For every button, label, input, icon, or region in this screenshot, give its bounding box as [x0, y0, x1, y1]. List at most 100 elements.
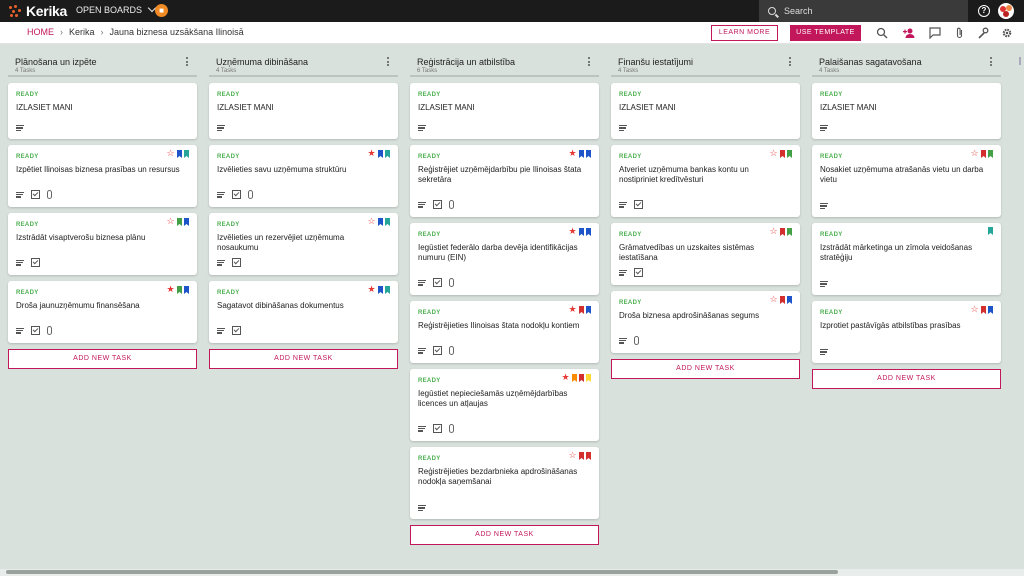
- task-card[interactable]: READY Sagatavot dibināšanas dokumentus ★: [209, 281, 398, 343]
- column-header[interactable]: Finanšu iestatījumi 4 Tasks: [611, 53, 800, 77]
- task-card[interactable]: READY Droša jaunuzņēmumu finansēšana ★: [8, 281, 197, 343]
- tag-bookmark-icon: [988, 149, 993, 158]
- add-new-task-button[interactable]: ADD NEW TASK: [611, 359, 800, 379]
- task-card[interactable]: READY Izprotiet pastāvīgās atbilstības pr…: [812, 301, 1001, 363]
- star-outline-icon[interactable]: ☆: [568, 451, 577, 460]
- star-filled-icon[interactable]: ★: [367, 149, 376, 158]
- star-outline-icon[interactable]: ☆: [367, 217, 376, 226]
- task-status: READY: [820, 154, 843, 160]
- star-filled-icon[interactable]: ★: [568, 227, 577, 236]
- column-header[interactable]: Plānošana un izpēte 4 Tasks: [8, 53, 197, 77]
- tag-bookmark-icon: [579, 149, 584, 158]
- board-column: Palaišanas sagatavošana 4 Tasks READY IZLAS…: [812, 53, 1001, 389]
- task-card[interactable]: READY Izstrādāt visaptverošu biznesa plān…: [8, 213, 197, 275]
- description-icon: [619, 201, 627, 208]
- column-menu-icon[interactable]: [588, 57, 591, 68]
- task-status: READY: [820, 92, 843, 98]
- attachment-icon[interactable]: [954, 27, 966, 39]
- task-card[interactable]: READY Grāmatvedības un uzskaites sistēmas…: [611, 223, 800, 285]
- breadcrumb-home[interactable]: HOME: [27, 27, 54, 37]
- star-filled-icon[interactable]: ★: [568, 149, 577, 158]
- add-new-task-button[interactable]: ADD NEW TASK: [209, 349, 398, 369]
- task-indicators: [418, 505, 426, 512]
- task-flags: ☆: [970, 149, 993, 158]
- star-filled-icon[interactable]: ★: [568, 305, 577, 314]
- task-card[interactable]: READY Izvēlieties savu uzņēmuma struktūru…: [209, 145, 398, 207]
- task-status: READY: [820, 232, 843, 238]
- column-title: Reģistrācija un atbilstība: [417, 57, 516, 67]
- star-outline-icon[interactable]: ☆: [166, 217, 175, 226]
- column-header[interactable]: Palaišanas sagatavošana 4 Tasks: [812, 53, 1001, 77]
- attachment-icon: [634, 336, 639, 345]
- avatar[interactable]: [998, 3, 1014, 19]
- task-card[interactable]: READY Reģistrējiet uzņēmējdarbību pie Ili…: [410, 145, 599, 217]
- star-outline-icon[interactable]: ☆: [769, 295, 778, 304]
- kerika-logo[interactable]: Kerika: [9, 3, 67, 19]
- task-card[interactable]: READY Reģistrējieties bezdarbnieka apdroš…: [410, 447, 599, 519]
- gear-icon[interactable]: [1001, 27, 1013, 39]
- wrench-icon[interactable]: [977, 27, 989, 39]
- column-menu-icon[interactable]: [186, 57, 189, 68]
- column-header[interactable]: Uzņēmuma dibināšana 4 Tasks: [209, 53, 398, 77]
- task-card[interactable]: READY Iegūstiet federālo darba devēja ide…: [410, 223, 599, 295]
- task-indicators: [619, 268, 643, 277]
- task-card[interactable]: READY Atveriet uzņēmuma bankas kontu un n…: [611, 145, 800, 217]
- task-card[interactable]: READY Izvēlieties un rezervējiet uzņēmuma…: [209, 213, 398, 275]
- star-filled-icon[interactable]: ★: [367, 285, 376, 294]
- task-card[interactable]: READY Droša biznesa apdrošināšanas segums…: [611, 291, 800, 353]
- search-icon: [768, 7, 776, 15]
- horizontal-scrollbar[interactable]: [6, 570, 838, 574]
- task-card[interactable]: READY IZLASIET MANI: [8, 83, 197, 139]
- add-new-task-button[interactable]: ADD NEW TASK: [812, 369, 1001, 389]
- use-template-button[interactable]: USE TEMPLATE: [790, 25, 861, 41]
- task-card[interactable]: READY IZLASIET MANI: [410, 83, 599, 139]
- column-header[interactable]: Reģistrācija un atbilstība 6 Tasks: [410, 53, 599, 77]
- search-icon[interactable]: [876, 27, 888, 39]
- task-indicators: [820, 203, 828, 210]
- star-outline-icon[interactable]: ☆: [970, 149, 979, 158]
- building-icon[interactable]: ■: [155, 4, 168, 17]
- star-outline-icon[interactable]: ☆: [769, 227, 778, 236]
- tag-bookmark-icon: [988, 305, 993, 314]
- search-input[interactable]: Search: [759, 0, 968, 22]
- task-card[interactable]: READY Reģistrējieties Ilinoisas štata nod…: [410, 301, 599, 363]
- task-card[interactable]: READY IZLASIET MANI: [812, 83, 1001, 139]
- task-indicators: [217, 125, 225, 132]
- star-outline-icon[interactable]: ☆: [166, 149, 175, 158]
- tag-bookmark-icon: [586, 305, 591, 314]
- tag-bookmark-icon: [177, 217, 182, 226]
- star-outline-icon[interactable]: ☆: [970, 305, 979, 314]
- add-new-task-button[interactable]: ADD NEW TASK: [410, 525, 599, 545]
- add-new-task-button[interactable]: ADD NEW TASK: [8, 349, 197, 369]
- add-person-icon[interactable]: [903, 27, 915, 39]
- task-indicators: [418, 125, 426, 132]
- column-menu-icon[interactable]: [990, 57, 993, 68]
- breadcrumb: HOME › Kerika › Jauna biznesa uzsākšana …: [27, 27, 244, 37]
- checklist-icon: [433, 278, 442, 287]
- task-card[interactable]: READY Izpētiet Ilinoisas biznesa prasības…: [8, 145, 197, 207]
- chat-icon[interactable]: [929, 27, 941, 39]
- column-menu-icon[interactable]: [387, 57, 390, 68]
- breadcrumb-org[interactable]: Kerika: [69, 27, 95, 37]
- column-menu-icon[interactable]: [789, 57, 792, 68]
- task-indicators: [820, 125, 828, 132]
- star-filled-icon[interactable]: ★: [561, 373, 570, 382]
- task-flags: ☆: [568, 451, 591, 460]
- task-card[interactable]: READY Nosakiet uzņēmuma atrašanās vietu u…: [812, 145, 1001, 217]
- task-title: IZLASIET MANI: [217, 103, 274, 112]
- column-task-count: 4 Tasks: [15, 68, 36, 74]
- task-card[interactable]: READY IZLASIET MANI: [611, 83, 800, 139]
- task-card[interactable]: READY Iegūstiet nepieciešamās uzņēmējdarb…: [410, 369, 599, 441]
- star-outline-icon[interactable]: ☆: [769, 149, 778, 158]
- help-icon[interactable]: ?: [978, 5, 990, 17]
- task-card[interactable]: READY IZLASIET MANI: [209, 83, 398, 139]
- description-icon: [16, 191, 24, 198]
- board-header: HOME › Kerika › Jauna biznesa uzsākšana …: [0, 22, 1024, 44]
- breadcrumb-board: Jauna biznesa uzsākšana Ilinoisā: [109, 27, 244, 37]
- tag-bookmark-icon: [586, 451, 591, 460]
- open-boards-menu[interactable]: OPEN BOARDS: [76, 3, 157, 15]
- task-indicators: [619, 336, 639, 345]
- learn-more-button[interactable]: LEARN MORE: [711, 25, 778, 41]
- star-filled-icon[interactable]: ★: [166, 285, 175, 294]
- task-card[interactable]: READY Izstrādāt mārketinga un zīmola veid…: [812, 223, 1001, 295]
